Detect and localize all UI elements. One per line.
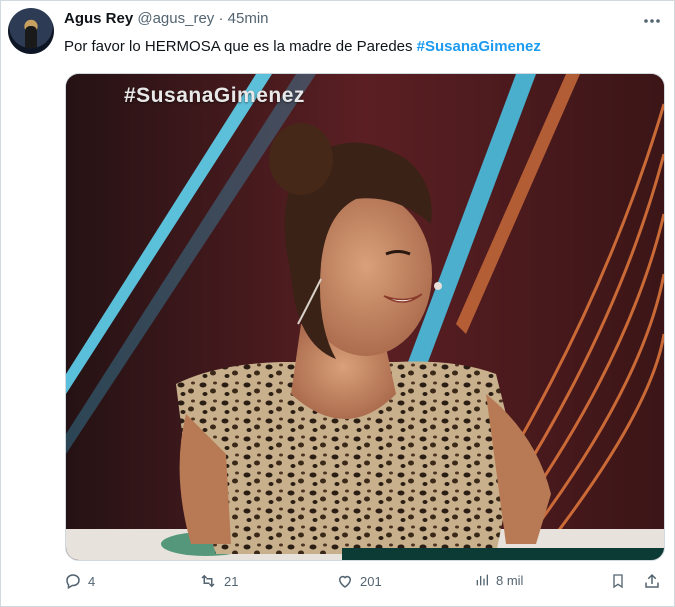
retweet-icon [198,572,218,590]
tweet-header: Agus Rey @agus_rey · 45min [64,10,269,27]
author-name[interactable]: Agus Rey [64,10,133,27]
media-scene [66,74,664,560]
views-button[interactable]: 8 mil [474,572,523,588]
heart-icon [336,572,354,590]
like-count: 201 [360,573,382,589]
bookmark-button[interactable] [610,572,626,590]
tweet-text: Por favor lo HERMOSA que es la madre de … [64,38,541,55]
reply-button[interactable]: 4 [64,572,95,590]
hashtag-link[interactable]: #SusanaGimenez [417,38,541,55]
views-count: 8 mil [496,572,524,588]
share-icon [643,572,661,590]
avatar[interactable] [8,8,54,54]
retweet-button[interactable]: 21 [198,572,238,590]
author-handle[interactable]: @agus_rey [137,10,214,27]
media-overlay-hashtag: #SusanaGimenez [124,84,305,107]
separator-dot: · [218,10,224,27]
bookmark-icon [610,572,626,590]
like-button[interactable]: 201 [336,572,382,590]
reply-icon [64,572,82,590]
tweet-media-image[interactable]: #SusanaGimenez [65,73,665,561]
more-options-icon[interactable] [643,8,661,29]
bar-chart-icon [474,572,490,588]
tweet-actions-bar: 4 21 201 8 mil [0,572,675,598]
tweet-time[interactable]: 45min [228,10,269,27]
tweet-text-body: Por favor lo HERMOSA que es la madre de … [64,38,417,55]
share-button[interactable] [643,572,661,590]
reply-count: 4 [88,573,96,589]
retweet-count: 21 [224,573,239,589]
